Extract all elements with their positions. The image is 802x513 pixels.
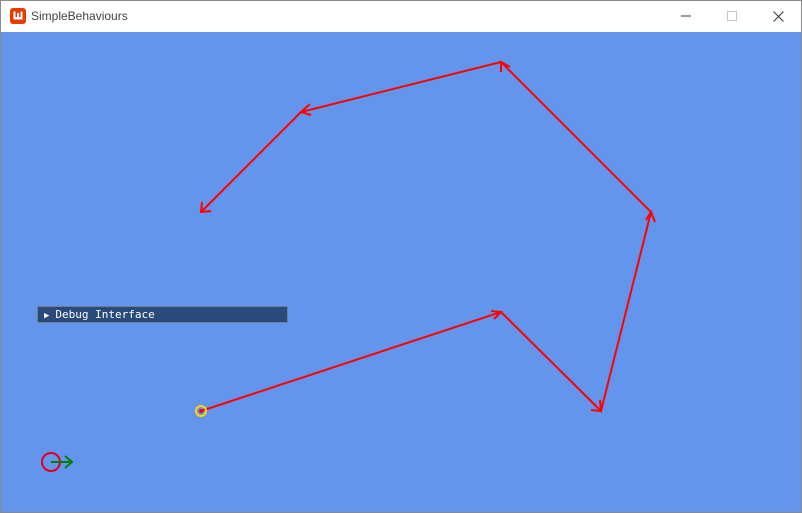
waypoint-path	[199, 60, 656, 413]
minimize-button[interactable]	[663, 1, 709, 31]
path-segments	[200, 60, 653, 413]
game-viewport[interactable]: ▶ Debug Interface	[1, 32, 801, 512]
title-bar[interactable]: SimpleBehaviours	[1, 1, 801, 31]
app-window: SimpleBehaviours ▶ Debug Interface	[0, 0, 802, 513]
scene-drawing	[41, 60, 656, 472]
close-icon	[772, 10, 784, 22]
origin-marker	[41, 452, 74, 472]
window-title: SimpleBehaviours	[31, 9, 128, 23]
debug-interface-label: Debug Interface	[55, 308, 155, 321]
debug-interface-header[interactable]: ▶ Debug Interface	[37, 306, 288, 323]
maximize-icon	[727, 11, 737, 21]
agent-marker	[195, 405, 207, 417]
minimize-icon	[681, 15, 691, 17]
expand-triangle-icon: ▶	[44, 311, 50, 321]
monogame-logo-icon	[10, 8, 26, 24]
maximize-button[interactable]	[709, 1, 755, 31]
close-button[interactable]	[755, 1, 801, 31]
